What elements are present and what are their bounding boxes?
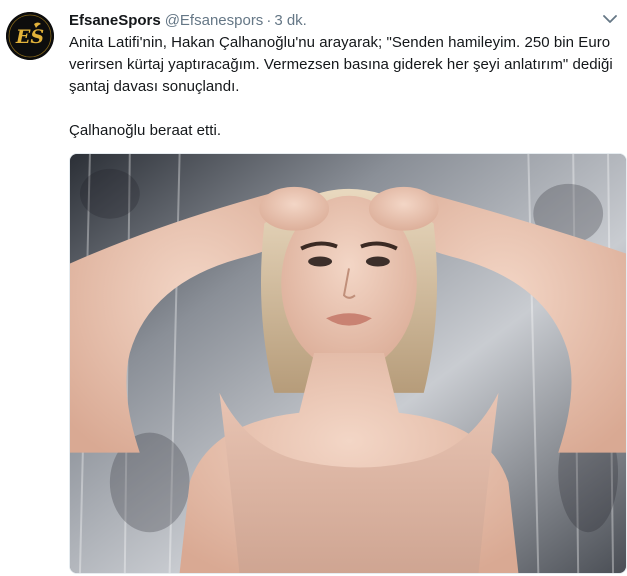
efsanespors-logo-icon: ES (6, 12, 54, 60)
tweet-photo[interactable] (69, 153, 627, 574)
photo-illustration (70, 154, 626, 573)
display-name[interactable]: EfsaneSpors (69, 12, 161, 29)
avatar[interactable]: ES (6, 12, 54, 60)
tweet-text: Anita Latifi'nin, Hakan Çalhanoğlu'nu ar… (69, 32, 615, 142)
tweet-text-paragraph-2: Çalhanoğlu beraat etti. (69, 122, 222, 139)
separator-dot: · (266, 12, 272, 29)
tweet[interactable]: ES EfsaneSpors @Efsanespors · 3 dk. Anita L… (0, 0, 627, 576)
timestamp[interactable]: 3 dk. (274, 12, 307, 29)
user-handle[interactable]: @Efsanespors (165, 12, 264, 29)
tweet-text-paragraph-1: Anita Latifi'nin, Hakan Çalhanoğlu'nu ar… (69, 34, 613, 95)
tweet-header: EfsaneSpors @Efsanespors · 3 dk. (69, 11, 615, 31)
chevron-down-icon[interactable] (603, 14, 617, 24)
avatar-logo-text: ES (15, 26, 44, 48)
